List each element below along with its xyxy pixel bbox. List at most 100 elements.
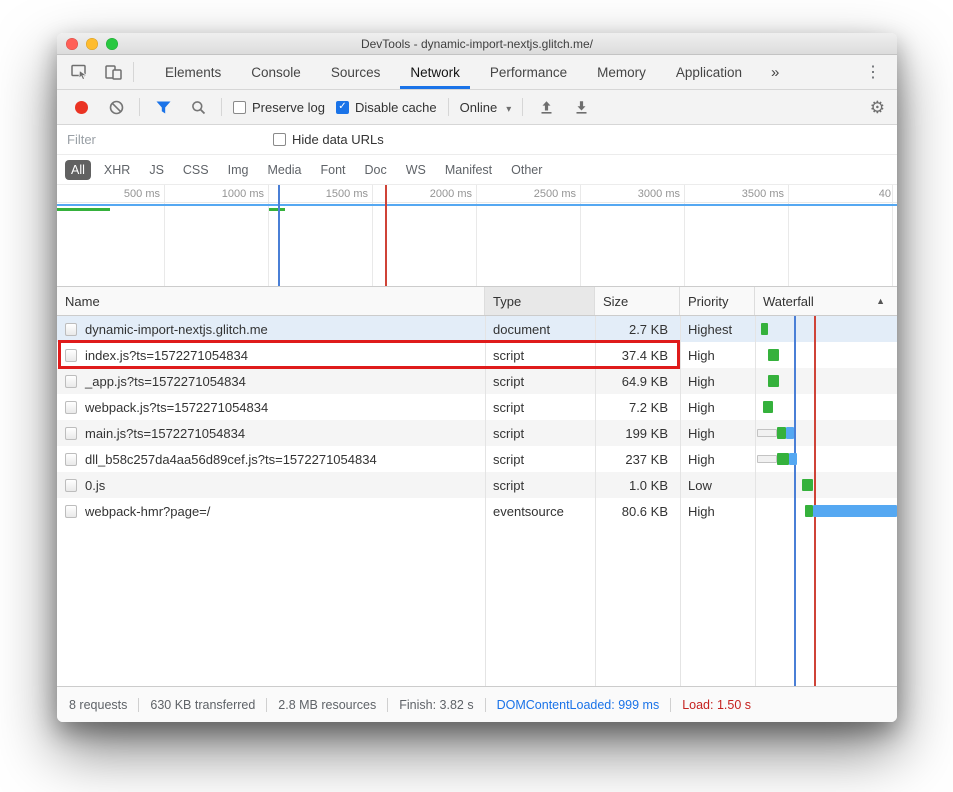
checkbox-icon <box>336 101 349 114</box>
network-overview-timeline[interactable]: 500 ms 1000 ms 1500 ms 2000 ms 2500 ms 3… <box>57 185 897 287</box>
column-header-priority[interactable]: Priority <box>680 287 755 315</box>
record-button[interactable] <box>69 95 93 119</box>
tab-network[interactable]: Network <box>395 55 475 89</box>
overview-green-bar <box>57 208 110 211</box>
column-header-name[interactable]: Name <box>57 287 485 315</box>
traffic-lights <box>66 38 118 50</box>
network-request-row[interactable]: dll_b58c257da4aa56d89cef.js?ts=157227105… <box>57 446 897 472</box>
tab-memory[interactable]: Memory <box>582 55 661 89</box>
preserve-log-checkbox[interactable]: Preserve log <box>233 100 325 115</box>
chip-all[interactable]: All <box>65 160 91 180</box>
window-title: DevTools - dynamic-import-nextjs.glitch.… <box>361 37 593 51</box>
column-header-type[interactable]: Type <box>485 287 595 315</box>
waterfall-lane <box>755 394 897 420</box>
filter-bar: Hide data URLs <box>57 125 897 155</box>
export-har-button[interactable] <box>569 95 593 119</box>
chip-font[interactable]: Font <box>315 160 352 180</box>
chip-ws[interactable]: WS <box>400 160 432 180</box>
tab-application[interactable]: Application <box>661 55 757 89</box>
waterfall-bar-green <box>763 401 773 413</box>
file-icon <box>65 427 77 440</box>
more-tabs-button[interactable]: » <box>757 55 793 89</box>
dom-content-loaded-line <box>278 185 280 286</box>
network-request-row[interactable]: dynamic-import-nextjs.glitch.me document… <box>57 316 897 342</box>
inspect-element-button[interactable] <box>67 60 91 84</box>
request-name: webpack-hmr?page=/ <box>85 504 210 519</box>
request-name-cell: main.js?ts=1572271054834 <box>57 426 485 441</box>
chip-js[interactable]: JS <box>143 160 170 180</box>
chip-doc[interactable]: Doc <box>359 160 393 180</box>
tab-elements[interactable]: Elements <box>150 55 236 89</box>
network-request-row[interactable]: webpack.js?ts=1572271054834 script 7.2 K… <box>57 394 897 420</box>
request-name: index.js?ts=1572271054834 <box>85 348 248 363</box>
waterfall-bar-green <box>777 427 786 439</box>
chip-css[interactable]: CSS <box>177 160 215 180</box>
network-request-row[interactable]: 0.js script 1.0 KB Low <box>57 472 897 498</box>
network-request-row[interactable]: webpack-hmr?page=/ eventsource 80.6 KB H… <box>57 498 897 524</box>
chip-img[interactable]: Img <box>222 160 255 180</box>
chip-xhr[interactable]: XHR <box>98 160 136 180</box>
waterfall-bar-queue <box>757 429 777 437</box>
requests-table-header: Name Type Size Priority Waterfall ▲ <box>57 287 897 316</box>
disable-cache-checkbox[interactable]: Disable cache <box>336 100 437 115</box>
request-priority: High <box>680 374 755 389</box>
chip-manifest[interactable]: Manifest <box>439 160 498 180</box>
hide-data-urls-label: Hide data URLs <box>292 132 384 147</box>
titlebar: DevTools - dynamic-import-nextjs.glitch.… <box>57 33 897 55</box>
waterfall-bar-green <box>761 323 768 335</box>
preserve-log-label: Preserve log <box>252 100 325 115</box>
waterfall-bar-green <box>768 375 779 387</box>
dom-content-loaded-time: DOMContentLoaded: 999 ms <box>485 698 671 712</box>
panel-tabs: Elements Console Sources Network Perform… <box>150 55 793 89</box>
close-button[interactable] <box>66 38 78 50</box>
network-request-row[interactable]: index.js?ts=1572271054834 script 37.4 KB… <box>57 342 897 368</box>
column-header-size[interactable]: Size <box>595 287 680 315</box>
file-icon <box>65 401 77 414</box>
network-request-row[interactable]: main.js?ts=1572271054834 script 199 KB H… <box>57 420 897 446</box>
clear-button[interactable] <box>104 95 128 119</box>
request-type: script <box>485 374 595 389</box>
request-name-cell: webpack-hmr?page=/ <box>57 504 485 519</box>
screenshot-stage: DevTools - dynamic-import-nextjs.glitch.… <box>0 0 953 792</box>
filter-input[interactable] <box>65 131 257 148</box>
clear-icon <box>109 100 124 115</box>
search-button[interactable] <box>186 95 210 119</box>
waterfall-bar-blue <box>813 505 897 517</box>
zoom-button[interactable] <box>106 38 118 50</box>
toolbar-divider <box>522 98 523 116</box>
record-icon <box>75 101 88 114</box>
devtools-menu-button[interactable]: ⋮ <box>849 55 897 89</box>
download-icon <box>574 100 589 115</box>
request-size: 37.4 KB <box>595 348 680 363</box>
request-priority: High <box>680 400 755 415</box>
network-request-row[interactable]: _app.js?ts=1572271054834 script 64.9 KB … <box>57 368 897 394</box>
chip-media[interactable]: Media <box>261 160 307 180</box>
tab-performance[interactable]: Performance <box>475 55 582 89</box>
device-toolbar-button[interactable] <box>101 60 125 84</box>
tabbar-divider <box>133 62 134 82</box>
minimize-button[interactable] <box>86 38 98 50</box>
filter-toggle-button[interactable] <box>151 95 175 119</box>
search-icon <box>191 100 206 115</box>
file-icon <box>65 349 77 362</box>
import-har-button[interactable] <box>534 95 558 119</box>
column-header-waterfall[interactable]: Waterfall ▲ <box>755 287 897 315</box>
waterfall-lane <box>755 472 897 498</box>
waterfall-bar-blue <box>786 427 794 439</box>
tab-console[interactable]: Console <box>236 55 316 89</box>
request-name: dll_b58c257da4aa56d89cef.js?ts=157227105… <box>85 452 377 467</box>
hide-data-urls-checkbox[interactable]: Hide data URLs <box>273 132 384 147</box>
settings-button[interactable]: ⚙ <box>870 99 885 116</box>
waterfall-bar-queue <box>757 455 777 463</box>
throttling-dropdown[interactable]: Online <box>460 100 512 115</box>
inspect-icon <box>71 64 88 80</box>
transferred-size: 630 KB transferred <box>138 698 266 712</box>
request-size: 80.6 KB <box>595 504 680 519</box>
request-priority: High <box>680 504 755 519</box>
toolbar-divider <box>139 98 140 116</box>
chip-other[interactable]: Other <box>505 160 548 180</box>
waterfall-lane <box>755 316 897 342</box>
tab-sources[interactable]: Sources <box>316 55 396 89</box>
checkbox-icon <box>233 101 246 114</box>
waterfall-bar-blue <box>789 453 797 465</box>
